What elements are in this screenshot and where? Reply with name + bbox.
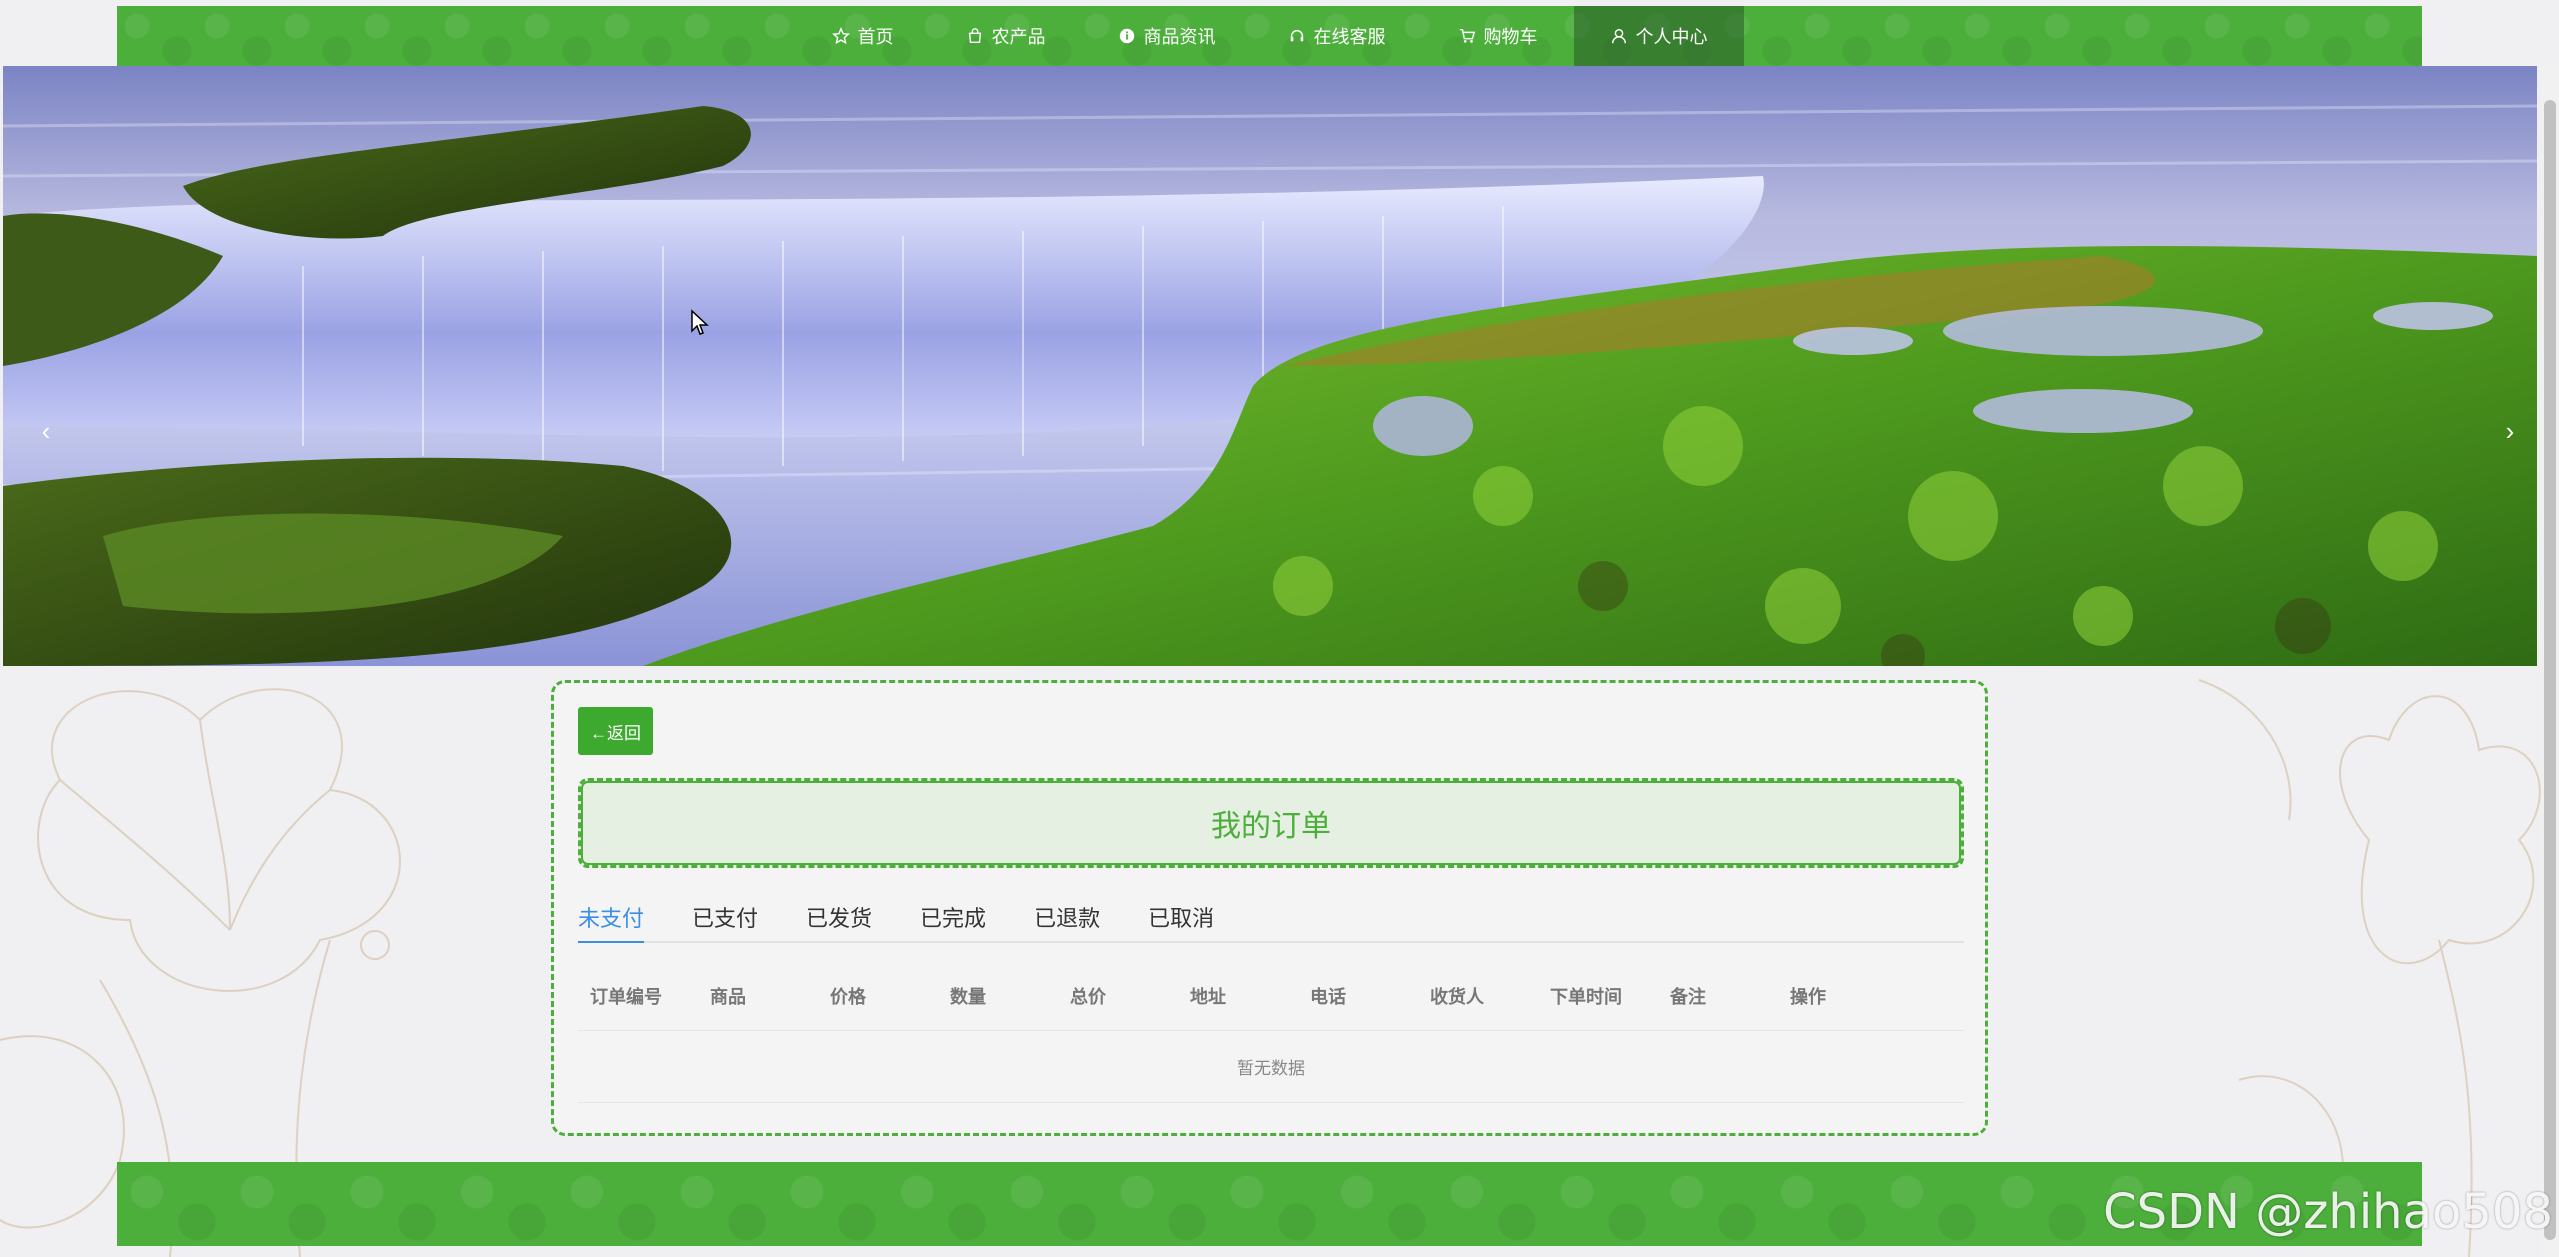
tab-cancelled[interactable]: 已取消 <box>1148 901 1214 941</box>
nav-item-label: 商品资讯 <box>1143 27 1216 47</box>
bag-icon <box>968 28 981 44</box>
tab-paid[interactable]: 已支付 <box>692 901 758 941</box>
page-title: 我的订单 <box>578 778 1964 868</box>
tab-unpaid[interactable]: 未支付 <box>578 901 645 943</box>
table-header: 订单编号 商品 价格 数量 总价 地址 电话 收货人 下单时间 备注 操作 <box>578 961 1964 1031</box>
nav-item-label: 购物车 <box>1483 27 1538 47</box>
tab-shipped[interactable]: 已发货 <box>806 901 872 941</box>
back-button[interactable]: ←返回 <box>578 707 653 755</box>
carousel-next-button[interactable]: › <box>2495 416 2525 446</box>
watermark: CSDN @zhihao508 <box>2103 1184 2553 1240</box>
nav-item-home[interactable]: 首页 <box>796 6 930 66</box>
nav-item-products[interactable]: 农产品 <box>930 6 1082 66</box>
column-header[interactable]: 数量 <box>938 983 1058 1009</box>
column-header[interactable]: 下单时间 <box>1538 983 1658 1009</box>
banner-image <box>3 66 2537 666</box>
nav-item-cart[interactable]: 购物车 <box>1422 6 1574 66</box>
nav-item-label: 农产品 <box>991 27 1046 47</box>
tab-refunded[interactable]: 已退款 <box>1034 901 1100 941</box>
column-header[interactable]: 备注 <box>1658 983 1778 1009</box>
orders-table: 订单编号 商品 价格 数量 总价 地址 电话 收货人 下单时间 备注 操作 暂无… <box>578 961 1964 1103</box>
nav-item-label: 首页 <box>857 27 894 47</box>
nav-item-support[interactable]: 在线客服 <box>1252 6 1422 66</box>
column-header[interactable]: 商品 <box>698 983 818 1009</box>
headset-icon <box>1290 29 1303 42</box>
carousel-prev-button[interactable]: ‹ <box>31 416 61 446</box>
tab-completed[interactable]: 已完成 <box>920 901 986 941</box>
top-nav: 首页 农产品 商品资讯 在线客服 购物车 个人中心 <box>117 6 2422 66</box>
column-header[interactable]: 价格 <box>818 983 938 1009</box>
orders-panel: ←返回 我的订单 未支付 已支付 已发货 已完成 已退款 已取消 订单编号 商品… <box>551 680 1988 1136</box>
order-status-tabs: 未支付 已支付 已发货 已完成 已退款 已取消 <box>578 901 1964 943</box>
mouse-cursor-icon <box>691 309 709 335</box>
column-header[interactable]: 操作 <box>1778 983 1898 1009</box>
column-header[interactable]: 电话 <box>1298 983 1418 1009</box>
user-icon <box>1611 28 1626 44</box>
column-header[interactable]: 地址 <box>1178 983 1298 1009</box>
column-header[interactable]: 订单编号 <box>578 983 698 1009</box>
banner-carousel: ‹ › <box>3 66 2537 666</box>
cart-icon <box>1459 28 1475 43</box>
nav-item-label: 个人中心 <box>1635 27 1708 47</box>
nav-item-profile[interactable]: 个人中心 <box>1573 6 1744 66</box>
info-icon <box>1119 28 1134 44</box>
scrollbar-thumb[interactable] <box>2544 100 2556 1240</box>
empty-state: 暂无数据 <box>578 1031 1964 1103</box>
column-header[interactable]: 总价 <box>1058 983 1178 1009</box>
star-icon <box>831 27 850 45</box>
nav-item-news[interactable]: 商品资讯 <box>1082 6 1252 66</box>
column-header[interactable]: 收货人 <box>1418 983 1538 1009</box>
footer <box>117 1162 2422 1246</box>
nav-item-label: 在线客服 <box>1313 27 1386 47</box>
